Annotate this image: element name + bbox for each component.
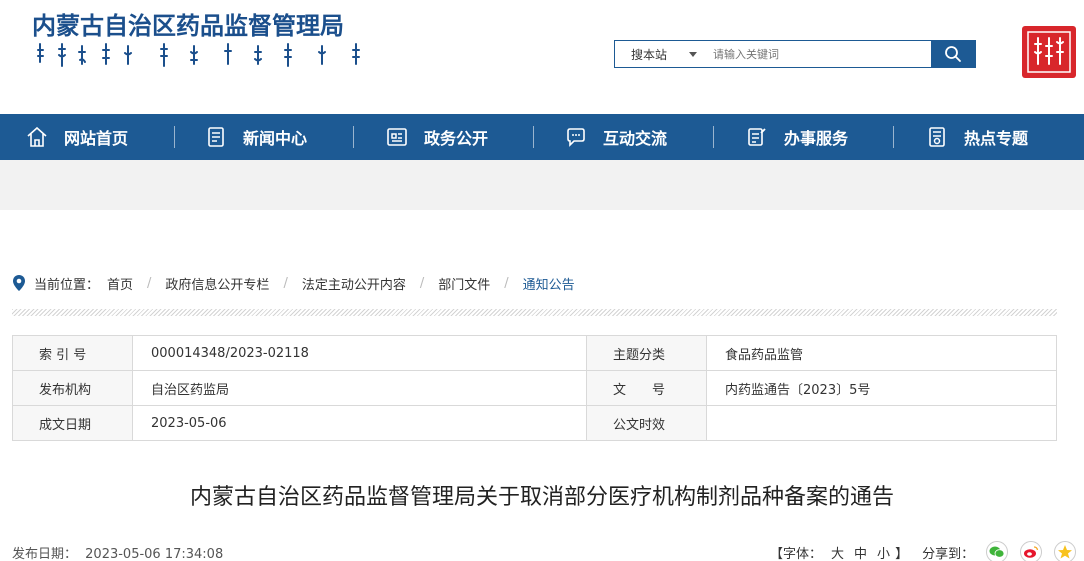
date-label: 成文日期 (39, 417, 92, 433)
search-icon (945, 46, 961, 62)
nav-item-interaction[interactable]: 互动交流 (563, 114, 743, 160)
font-large-button[interactable]: 大 (831, 543, 844, 561)
publisher-value: 自治区药监局 (132, 370, 587, 406)
banner-strip (0, 160, 1084, 210)
publisher-label-cell: 发布机构 (12, 370, 133, 406)
location-pin-icon (13, 275, 25, 291)
validity-label-cell: 公文时效 (586, 405, 707, 441)
validity-value (706, 405, 1057, 441)
site-header: 内蒙古自治区药品监督管理局 搜本站 (0, 0, 1084, 114)
mongolian-script-logo (37, 43, 360, 67)
article-tools: 【字体： 大 中 小 】 分享到： (770, 541, 1080, 561)
nav-divider (353, 126, 354, 148)
breadcrumb-statutory[interactable]: 法定主动公开内容 (302, 274, 406, 293)
main-nav: 网站首页 新闻中心 政务公开 互动交流 办事服务 热点专题 (0, 114, 1084, 160)
nav-label: 办事服务 (784, 129, 849, 148)
nav-divider (713, 126, 714, 148)
font-small-button[interactable]: 小 (877, 543, 890, 561)
gov-open-icon (384, 124, 410, 150)
publisher-label: 发布机构 (39, 382, 92, 398)
nav-label: 网站首页 (64, 129, 129, 148)
qzone-share-icon[interactable] (1054, 541, 1077, 561)
hatch-divider (12, 309, 1057, 316)
nav-item-home[interactable]: 网站首页 (24, 114, 204, 160)
breadcrumb: 当前位置： 首页 / 政府信息公开专栏 / 法定主动公开内容 / 部门文件 / … (12, 273, 575, 293)
nav-item-news[interactable]: 新闻中心 (203, 114, 383, 160)
document-info-table: 索 引 号 000014348/2023-02118 主题分类 食品药品监管 发… (12, 335, 1057, 441)
table-row: 成文日期 2023-05-06 公文时效 (12, 405, 1057, 441)
nav-divider (893, 126, 894, 148)
date-value: 2023-05-06 (132, 405, 587, 441)
breadcrumb-separator: / (419, 275, 425, 291)
caret-down-icon (689, 52, 697, 57)
news-icon (203, 124, 229, 150)
index-value: 000014348/2023-02118 (132, 335, 587, 371)
docno-label: 文 号 (613, 382, 666, 398)
nav-item-gov-open[interactable]: 政务公开 (384, 114, 564, 160)
breadcrumb-separator: / (504, 275, 509, 291)
share-label: 分享到： (922, 546, 975, 561)
service-icon (744, 124, 770, 150)
table-row: 发布机构 自治区药监局 文 号 内药监通告〔2023〕5号 (12, 370, 1057, 406)
nav-divider (174, 126, 175, 148)
site-logo[interactable]: 内蒙古自治区药品监督管理局 (32, 6, 360, 67)
validity-label: 公文时效 (613, 417, 666, 433)
search-scope-label: 搜本站 (631, 47, 668, 62)
nav-item-service[interactable]: 办事服务 (744, 114, 924, 160)
topic-label-cell: 主题分类 (586, 335, 707, 371)
docno-value: 内药监通告〔2023〕5号 (706, 370, 1057, 406)
nav-label: 新闻中心 (243, 129, 308, 148)
weibo-share-icon[interactable] (1020, 541, 1043, 561)
breadcrumb-separator: / (147, 275, 152, 291)
seal-logo[interactable] (1022, 26, 1076, 78)
publish-date-value: 2023-05-06 17:34:08 (85, 547, 224, 561)
breadcrumb-dept-docs[interactable]: 部门文件 (438, 274, 490, 293)
topic-value: 食品药品监管 (706, 335, 1057, 371)
search-button[interactable] (931, 41, 975, 67)
index-label: 索 引 号 (39, 347, 87, 363)
site-title: 内蒙古自治区药品监督管理局 (32, 11, 344, 40)
font-size-suffix: 】 (895, 546, 909, 561)
search-scope-select[interactable]: 搜本站 (615, 41, 707, 67)
nav-label: 政务公开 (424, 129, 489, 148)
breadcrumb-gov-info[interactable]: 政府信息公开专栏 (165, 274, 269, 293)
nav-label: 互动交流 (603, 129, 668, 148)
breadcrumb-prefix: 当前位置： (34, 277, 100, 293)
publish-date: 发布日期： 2023-05-06 17:34:08 (12, 543, 223, 561)
breadcrumb-home[interactable]: 首页 (107, 274, 133, 293)
chat-icon (563, 124, 589, 150)
nav-divider (533, 126, 534, 148)
search-box: 搜本站 (614, 40, 976, 68)
topic-label: 主题分类 (613, 347, 666, 363)
search-input[interactable] (707, 41, 931, 67)
nav-label: 热点专题 (964, 129, 1029, 148)
breadcrumb-separator: / (283, 275, 288, 291)
topic-icon (924, 124, 950, 150)
nav-item-topics[interactable]: 热点专题 (924, 114, 1084, 160)
date-label-cell: 成文日期 (12, 405, 133, 441)
table-row: 索 引 号 000014348/2023-02118 主题分类 食品药品监管 (12, 335, 1057, 371)
article-title: 内蒙古自治区药品监督管理局关于取消部分医疗机构制剂品种备案的通告 (189, 485, 894, 510)
font-medium-button[interactable]: 中 (854, 543, 867, 561)
index-label-cell: 索 引 号 (12, 335, 133, 371)
font-size-prefix: 【字体： (770, 546, 823, 561)
wechat-share-icon[interactable] (986, 541, 1009, 561)
docno-label-cell: 文 号 (586, 370, 707, 406)
seal-emblem-icon (1027, 31, 1071, 73)
breadcrumb-current[interactable]: 通知公告 (523, 274, 575, 293)
home-icon (24, 124, 50, 150)
publish-date-label: 发布日期： (12, 547, 78, 561)
